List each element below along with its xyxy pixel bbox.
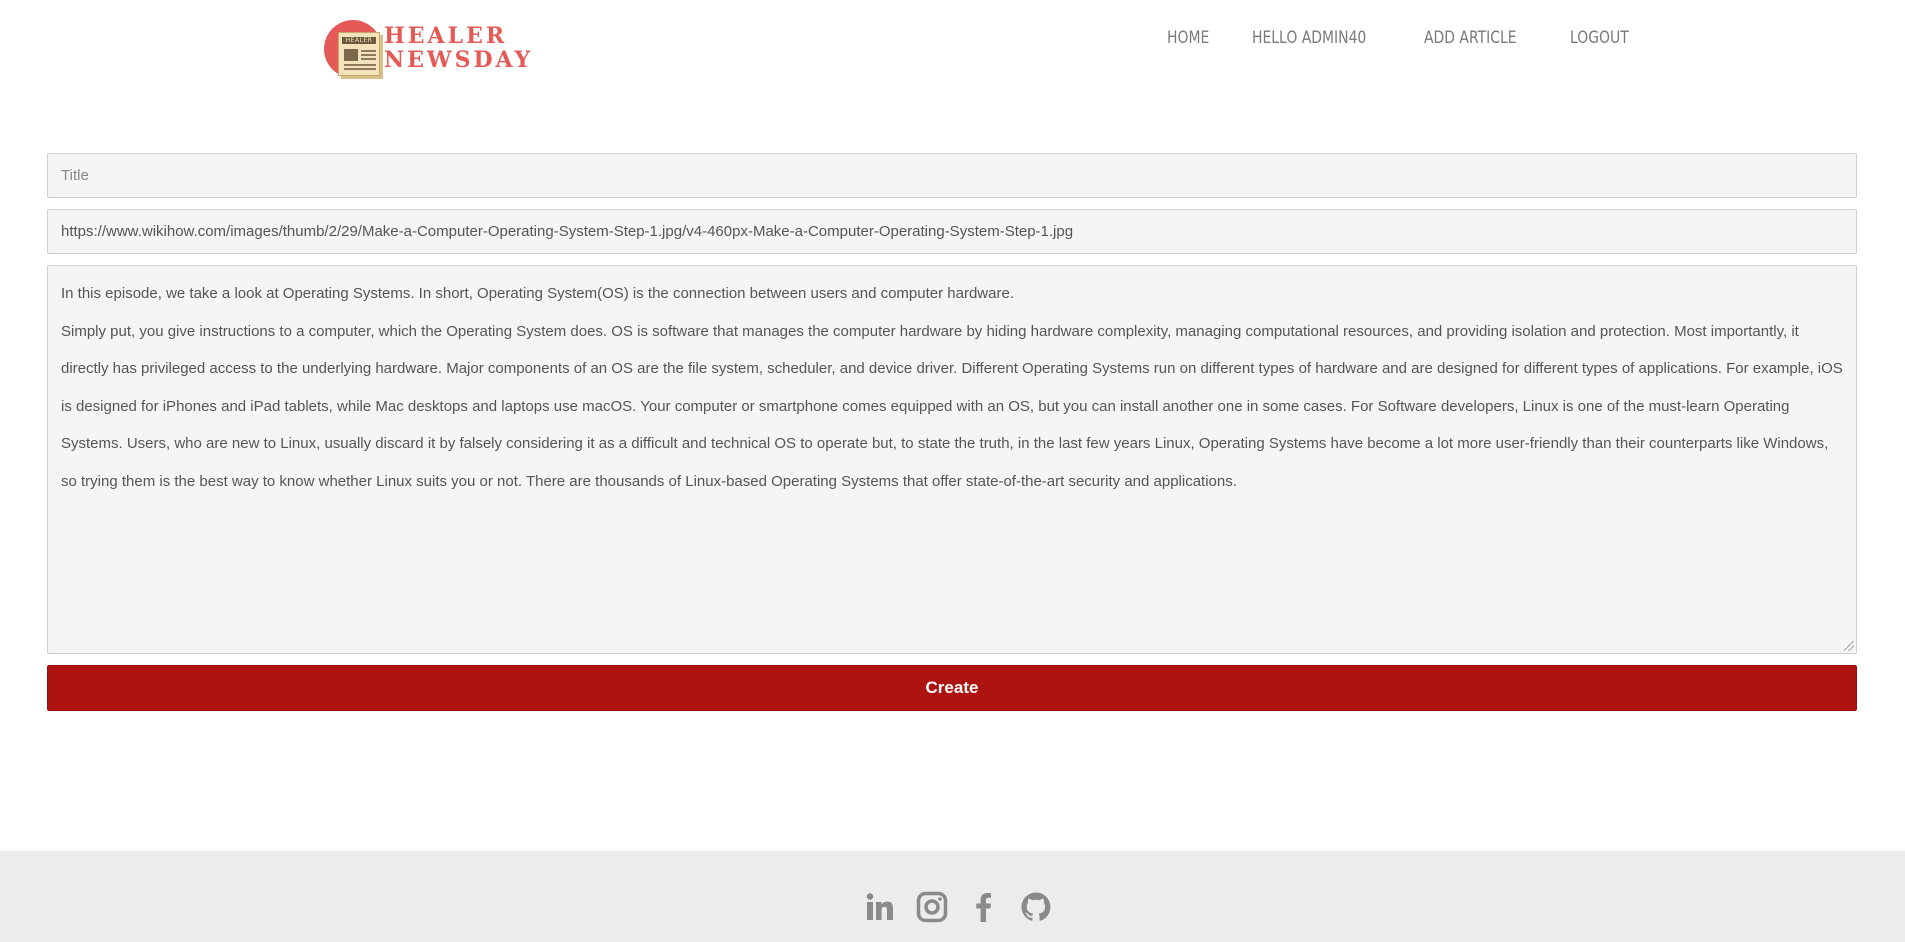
title-input[interactable]: Title <box>47 153 1857 198</box>
image-url-input[interactable]: https://www.wikihow.com/images/thumb/2/2… <box>47 209 1857 254</box>
logo-wordmark: HEALER NEWSDAY <box>384 24 533 72</box>
github-icon[interactable] <box>1020 891 1052 923</box>
site-header: HEALER HEALER NEWSDAY HOME HELLO ADMIN40… <box>0 0 1905 110</box>
social-links <box>864 891 1052 923</box>
resize-handle[interactable] <box>1844 641 1854 651</box>
image-url-value: https://www.wikihow.com/images/thumb/2/2… <box>61 223 1074 240</box>
newspaper-icon: HEALER <box>338 32 380 76</box>
add-article-form: Title https://www.wikihow.com/images/thu… <box>47 153 1857 711</box>
nav-hello-user[interactable]: HELLO ADMIN40 <box>1252 28 1366 48</box>
linkedin-icon[interactable] <box>864 891 896 923</box>
site-logo[interactable]: HEALER HEALER NEWSDAY <box>324 18 530 80</box>
create-button[interactable]: Create <box>47 665 1857 711</box>
logo-line-2: NEWSDAY <box>384 47 534 73</box>
main-nav: HOME HELLO ADMIN40 ADD ARTICLE LOGOUT <box>1167 28 1675 48</box>
logo-paper-heading: HEALER <box>342 37 376 44</box>
content-textarea[interactable]: In this episode, we take a look at Opera… <box>47 265 1857 654</box>
logo-line-1: HEALER <box>384 23 508 49</box>
nav-home[interactable]: HOME <box>1167 28 1209 48</box>
nav-logout[interactable]: LOGOUT <box>1570 28 1629 48</box>
site-footer <box>0 851 1905 942</box>
title-placeholder: Title <box>61 167 89 184</box>
nav-add-article[interactable]: ADD ARTICLE <box>1424 28 1517 48</box>
instagram-icon[interactable] <box>916 891 948 923</box>
content-paragraph-1: In this episode, we take a look at Opera… <box>61 285 1014 302</box>
facebook-icon[interactable] <box>968 891 1000 923</box>
content-paragraph-2: Simply put, you give instructions to a c… <box>61 322 1843 490</box>
